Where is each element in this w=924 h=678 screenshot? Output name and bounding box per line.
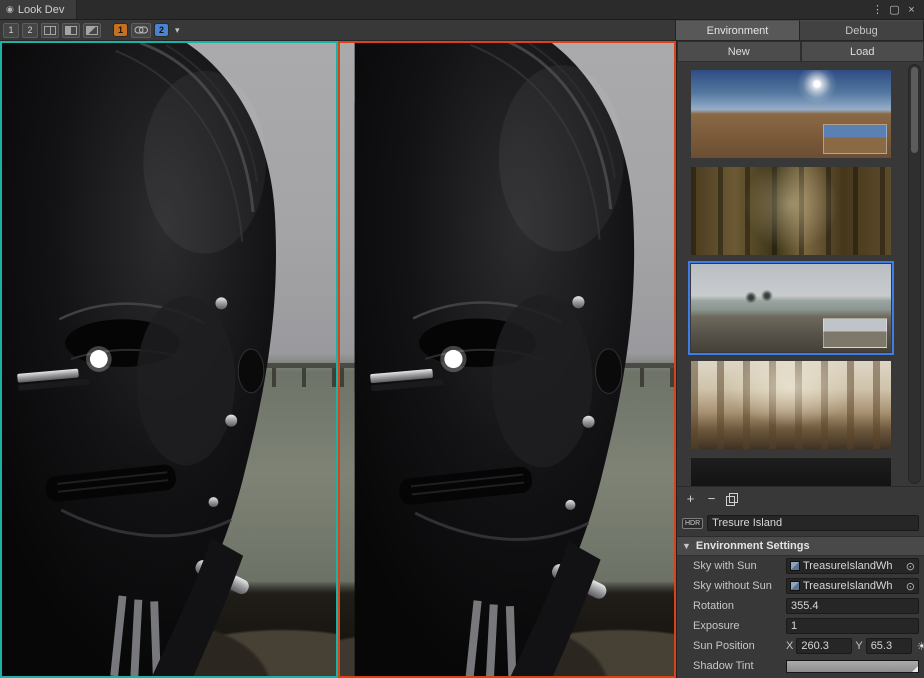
- robot-head-render: [2, 43, 336, 676]
- close-icon[interactable]: ×: [903, 4, 920, 16]
- rotation-input[interactable]: [786, 598, 919, 614]
- toolbar-row: 1 2 1 2 ▾ Environment Debug: [0, 20, 924, 41]
- titlebar: ◉ Look Dev ⋮ ▢ ×: [0, 0, 924, 20]
- hdri-thumbnails: [677, 62, 904, 486]
- sun-position-x-input[interactable]: [796, 638, 852, 654]
- sky-with-sun-label: Sky with Sun: [693, 560, 783, 572]
- add-hdri-button[interactable]: +: [684, 491, 697, 506]
- link-environments-button[interactable]: [131, 23, 151, 38]
- view1-button[interactable]: 1: [3, 23, 19, 38]
- rotation-row: Rotation: [677, 596, 924, 616]
- shadow-tint-color-swatch[interactable]: [786, 660, 919, 673]
- x-axis-label: X: [786, 640, 793, 652]
- view2-button[interactable]: 2: [22, 23, 38, 38]
- maximize-icon[interactable]: ▢: [886, 3, 903, 16]
- render-view-2[interactable]: [338, 41, 676, 678]
- zone-view-icon: [86, 26, 98, 35]
- main-area: New Load + −: [0, 41, 924, 678]
- foldout-arrow-icon: ▼: [682, 541, 691, 551]
- exposure-label: Exposure: [693, 620, 783, 632]
- hdri-name-input[interactable]: [707, 515, 919, 531]
- sun-position-label: Sun Position: [693, 640, 783, 652]
- zone-view-button[interactable]: [83, 23, 101, 38]
- hdri-thumbnail-treasure-island[interactable]: [691, 264, 891, 352]
- environment-1-badge[interactable]: 1: [113, 23, 128, 37]
- dropdown-caret-icon[interactable]: ▾: [172, 25, 183, 36]
- hdri-thumbnail-church-interior[interactable]: [691, 361, 891, 449]
- tab-debug[interactable]: Debug: [800, 20, 924, 40]
- environment-settings-header[interactable]: ▼ Environment Settings: [677, 536, 924, 556]
- side-by-side-icon: [44, 26, 56, 35]
- hdri-list-actions: + −: [677, 486, 924, 510]
- split-view-button[interactable]: [62, 23, 80, 38]
- environment-2-badge[interactable]: 2: [154, 23, 169, 37]
- sky-with-sun-object-field[interactable]: TreasureIslandWh ⊙: [786, 558, 919, 574]
- remove-hdri-button[interactable]: −: [705, 491, 718, 506]
- window-title: Look Dev: [18, 4, 64, 16]
- scrollbar-thumb[interactable]: [911, 67, 918, 153]
- lookdev-window: ◉ Look Dev ⋮ ▢ × 1 2 1 2 ▾: [0, 0, 924, 678]
- sidepanel-tabs: Environment Debug: [676, 20, 924, 40]
- rotation-label: Rotation: [693, 600, 783, 612]
- sun-position-row: Sun Position X Y ☀: [677, 636, 924, 656]
- render-viewport: [0, 41, 676, 678]
- object-picker-icon[interactable]: ⊙: [906, 560, 915, 573]
- hdr-name-row: HDR: [677, 510, 924, 536]
- sky-without-sun-object-field[interactable]: TreasureIslandWh ⊙: [786, 578, 919, 594]
- object-picker-icon[interactable]: ⊙: [906, 580, 915, 593]
- cubemap-icon: [790, 581, 800, 591]
- eye-icon: ◉: [6, 4, 14, 15]
- hdri-thumbnail-desert-sun[interactable]: [691, 70, 891, 158]
- render-view-1[interactable]: [0, 41, 338, 678]
- load-button[interactable]: Load: [801, 41, 924, 62]
- hdr-badge: HDR: [682, 518, 703, 529]
- duplicate-hdri-button[interactable]: [726, 493, 738, 505]
- thumbnail-inset-preview: [823, 124, 887, 154]
- side-by-side-view-button[interactable]: [41, 23, 59, 38]
- robot-head-render: [355, 41, 676, 678]
- shadow-tint-label: Shadow Tint: [693, 660, 783, 672]
- sun-icon[interactable]: ☀: [915, 640, 924, 653]
- y-axis-label: Y: [855, 640, 862, 652]
- thumbnail-scrollbar[interactable]: [908, 64, 921, 484]
- link-icon: [134, 25, 148, 35]
- shadow-tint-row: Shadow Tint: [677, 656, 924, 676]
- new-button[interactable]: New: [677, 41, 801, 62]
- split-view-icon: [65, 26, 77, 35]
- tab-environment[interactable]: Environment: [676, 20, 800, 40]
- sky-without-sun-row: Sky without Sun TreasureIslandWh ⊙: [677, 576, 924, 596]
- lookdev-toolbar: 1 2 1 2 ▾: [0, 20, 676, 40]
- environment-settings-title: Environment Settings: [696, 540, 810, 552]
- menu-icon[interactable]: ⋮: [869, 3, 886, 16]
- window-controls: ⋮ ▢ ×: [869, 0, 924, 19]
- sky-with-sun-row: Sky with Sun TreasureIslandWh ⊙: [677, 556, 924, 576]
- sky-without-sun-value: TreasureIslandWh: [803, 580, 904, 592]
- environment-panel: New Load + −: [676, 41, 924, 678]
- library-actions: New Load: [677, 41, 924, 62]
- exposure-row: Exposure: [677, 616, 924, 636]
- titlebar-spacer: [77, 0, 869, 19]
- exposure-input[interactable]: [786, 618, 919, 634]
- hdri-thumbnail-dark[interactable]: [691, 458, 891, 486]
- sky-with-sun-value: TreasureIslandWh: [803, 560, 904, 572]
- sky-without-sun-label: Sky without Sun: [693, 580, 783, 592]
- thumbnail-inset-preview: [823, 318, 887, 348]
- hdri-list: [677, 62, 924, 486]
- window-tab-lookdev[interactable]: ◉ Look Dev: [0, 0, 77, 19]
- hdri-thumbnail-forest[interactable]: [691, 167, 891, 255]
- cubemap-icon: [790, 561, 800, 571]
- sun-position-y-input[interactable]: [866, 638, 912, 654]
